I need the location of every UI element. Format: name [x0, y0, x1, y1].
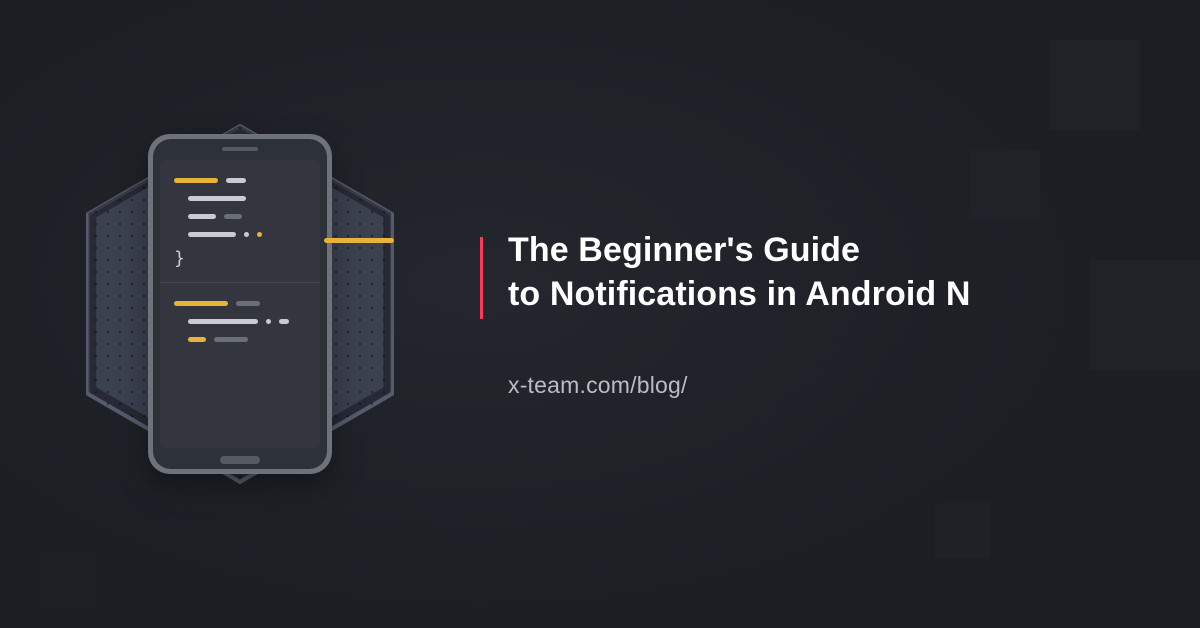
phone-screen: } [160, 160, 320, 448]
site-url: x-team.com/blog/ [480, 372, 1140, 399]
title-line-2: to Notifications in Android N [508, 275, 970, 313]
banner-title: The Beginner's Guide to Notifications in… [480, 229, 1140, 316]
code-brace: } [174, 250, 306, 268]
title-line-1: The Beginner's Guide [508, 231, 860, 269]
hexagon-phone-illustration: } [70, 114, 410, 494]
phone-icon: } [148, 134, 332, 474]
accent-bar [480, 237, 483, 319]
code-overflow-line [324, 238, 394, 243]
phone-home-button [220, 456, 260, 464]
illustration-area: } [0, 0, 480, 628]
banner-layout: } The Beginner's Guide to Notifications … [0, 0, 1200, 628]
text-content: The Beginner's Guide to Notifications in… [480, 229, 1200, 399]
phone-speaker [222, 147, 258, 151]
